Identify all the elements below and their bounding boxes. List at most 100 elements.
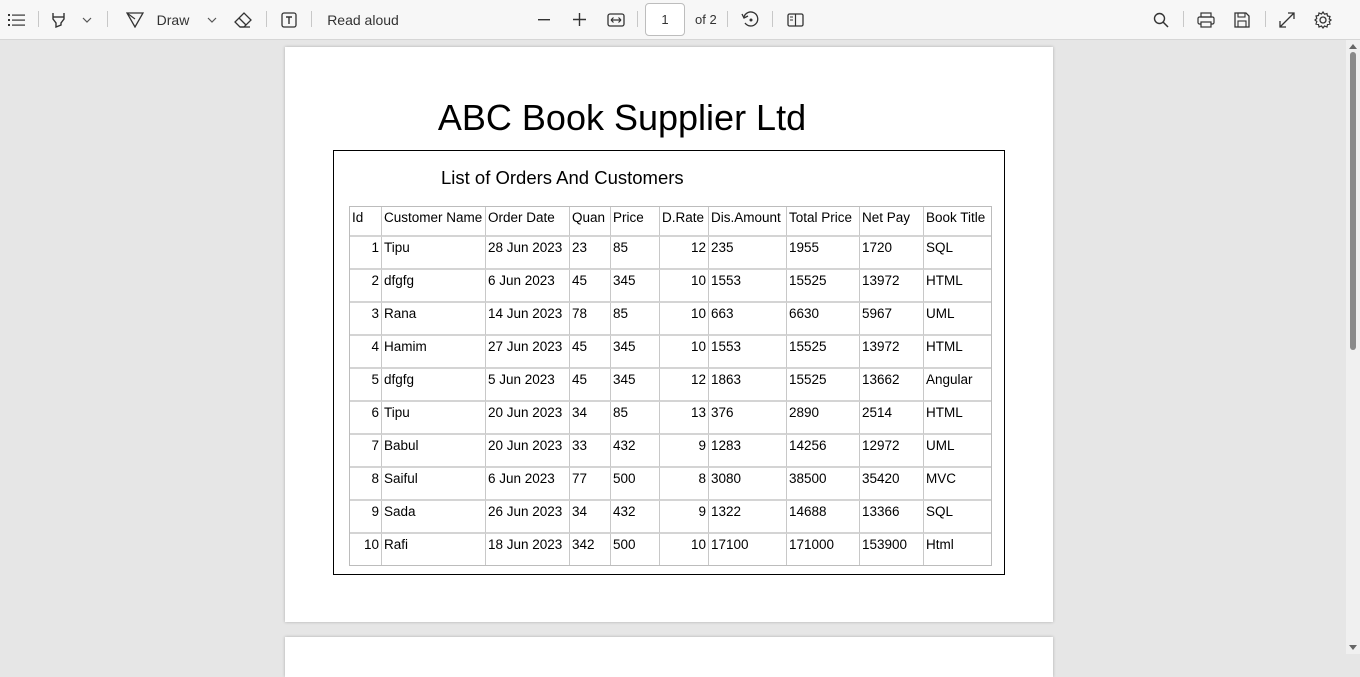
eraser-icon[interactable] (232, 0, 254, 39)
table-cell: 10 (660, 270, 709, 303)
search-icon[interactable] (1150, 0, 1172, 39)
table-cell: 12 (660, 237, 709, 270)
column-header-order-date: Order Date (486, 207, 570, 237)
zoom-in-icon[interactable] (569, 0, 589, 39)
table-cell: 5 Jun 2023 (486, 369, 570, 402)
table-cell: 235 (709, 237, 787, 270)
table-cell: 13 (660, 402, 709, 435)
table-cell: HTML (924, 270, 991, 303)
table-cell: 1955 (787, 237, 860, 270)
save-icon[interactable] (1231, 0, 1253, 39)
table-cell: 15525 (787, 336, 860, 369)
rotate-icon[interactable] (739, 0, 761, 39)
table-header-row: Id Customer Name Order Date Quan Price D… (350, 207, 991, 237)
highlighter-icon[interactable] (48, 0, 70, 39)
table-cell: 1720 (860, 237, 924, 270)
page-count: of 2 (695, 12, 717, 27)
table-cell: 345 (611, 336, 660, 369)
table-cell: 26 Jun 2023 (486, 501, 570, 534)
table-cell: 17100 (709, 534, 787, 565)
column-header-quantity: Quan (570, 207, 611, 237)
table-cell: 13972 (860, 270, 924, 303)
table-row: 8 Saiful 6 Jun 2023 77 500 8 3080 38500 35420 MVC (350, 468, 991, 501)
table-cell: 1283 (709, 435, 787, 468)
fit-to-width-icon[interactable] (605, 0, 627, 39)
table-cell: Sada (382, 501, 486, 534)
table-cell: 34 (570, 501, 611, 534)
table-cell: 15525 (787, 369, 860, 402)
draw-options-chevron-icon[interactable] (203, 0, 221, 39)
table-cell: 8 (660, 468, 709, 501)
print-icon[interactable] (1195, 0, 1217, 39)
table-cell: SQL (924, 501, 991, 534)
table-cell: 85 (611, 303, 660, 336)
highlight-options-chevron-icon[interactable] (78, 0, 96, 39)
column-header-discount-rate: D.Rate (660, 207, 709, 237)
table-cell: 18 Jun 2023 (486, 534, 570, 565)
table-cell: Saiful (382, 468, 486, 501)
table-cell: Tipu (382, 402, 486, 435)
settings-gear-icon[interactable] (1312, 0, 1334, 39)
table-cell: 3 (350, 303, 382, 336)
table-cell: 2 (350, 270, 382, 303)
read-aloud-button[interactable]: Read aloud (327, 0, 399, 39)
page-number-input[interactable]: 1 (645, 3, 685, 36)
table-cell: 9 (350, 501, 382, 534)
table-cell: UML (924, 435, 991, 468)
table-cell: 1553 (709, 270, 787, 303)
table-cell: 5967 (860, 303, 924, 336)
table-row: 5 dfgfg 5 Jun 2023 45 345 12 1863 15525 13662 Ang… (350, 369, 991, 402)
table-cell: 5 (350, 369, 382, 402)
table-cell: 34 (570, 402, 611, 435)
table-cell: 12 (660, 369, 709, 402)
column-header-book-title: Book Title (924, 207, 991, 237)
fullscreen-icon[interactable] (1276, 0, 1298, 39)
table-cell: 6 Jun 2023 (486, 270, 570, 303)
table-cell: 78 (570, 303, 611, 336)
table-cell: HTML (924, 402, 991, 435)
table-cell: 20 Jun 2023 (486, 402, 570, 435)
scroll-down-arrow-icon[interactable] (1349, 645, 1357, 650)
scroll-up-arrow-icon[interactable] (1349, 44, 1357, 49)
table-cell: Rana (382, 303, 486, 336)
contents-list-icon[interactable] (4, 0, 28, 39)
table-cell: 12972 (860, 435, 924, 468)
draw-button[interactable]: Draw (155, 0, 191, 39)
zoom-out-icon[interactable] (534, 0, 554, 39)
table-cell: 345 (611, 270, 660, 303)
text-box-icon[interactable] (278, 0, 300, 39)
draw-pen-icon[interactable] (124, 0, 146, 39)
table-cell: 3080 (709, 468, 787, 501)
table-cell: 7 (350, 435, 382, 468)
table-cell: Tipu (382, 237, 486, 270)
table-cell: 45 (570, 270, 611, 303)
table-cell: 23 (570, 237, 611, 270)
table-cell: 14688 (787, 501, 860, 534)
scrollbar-thumb[interactable] (1350, 52, 1356, 350)
table-cell: 85 (611, 402, 660, 435)
table-cell: Html (926, 537, 954, 552)
table-cell: 33 (570, 435, 611, 468)
orders-frame: List of Orders And Customers Id Customer… (333, 150, 1005, 575)
table-cell: 663 (709, 303, 787, 336)
table-cell: 35420 (860, 468, 924, 501)
table-cell: Angular (924, 369, 991, 402)
table-cell: 77 (570, 468, 611, 501)
pdf-toolbar: Draw Read aloud 1 of 2 (0, 0, 1360, 40)
table-cell: HTML (924, 336, 991, 369)
vertical-scrollbar[interactable] (1346, 40, 1360, 654)
table-cell: 376 (709, 402, 787, 435)
column-header-net-pay: Net Pay (860, 207, 924, 237)
table-cell: 1322 (709, 501, 787, 534)
table-row: 3 Rana 14 Jun 2023 78 85 10 663 6630 5967 UML (350, 303, 991, 336)
table-cell: Hamim (382, 336, 486, 369)
table-cell: 6 Jun 2023 (486, 468, 570, 501)
table-cell: Babul (382, 435, 486, 468)
page-view-icon[interactable] (784, 0, 806, 39)
table-cell: 13972 (860, 336, 924, 369)
column-header-total-price: Total Price (787, 207, 860, 237)
table-cell: 1863 (709, 369, 787, 402)
table-row: 1 Tipu 28 Jun 2023 23 85 12 235 1955 1720 SQL (350, 237, 991, 270)
table-cell: 8 (350, 468, 382, 501)
table-cell: 4 (350, 336, 382, 369)
